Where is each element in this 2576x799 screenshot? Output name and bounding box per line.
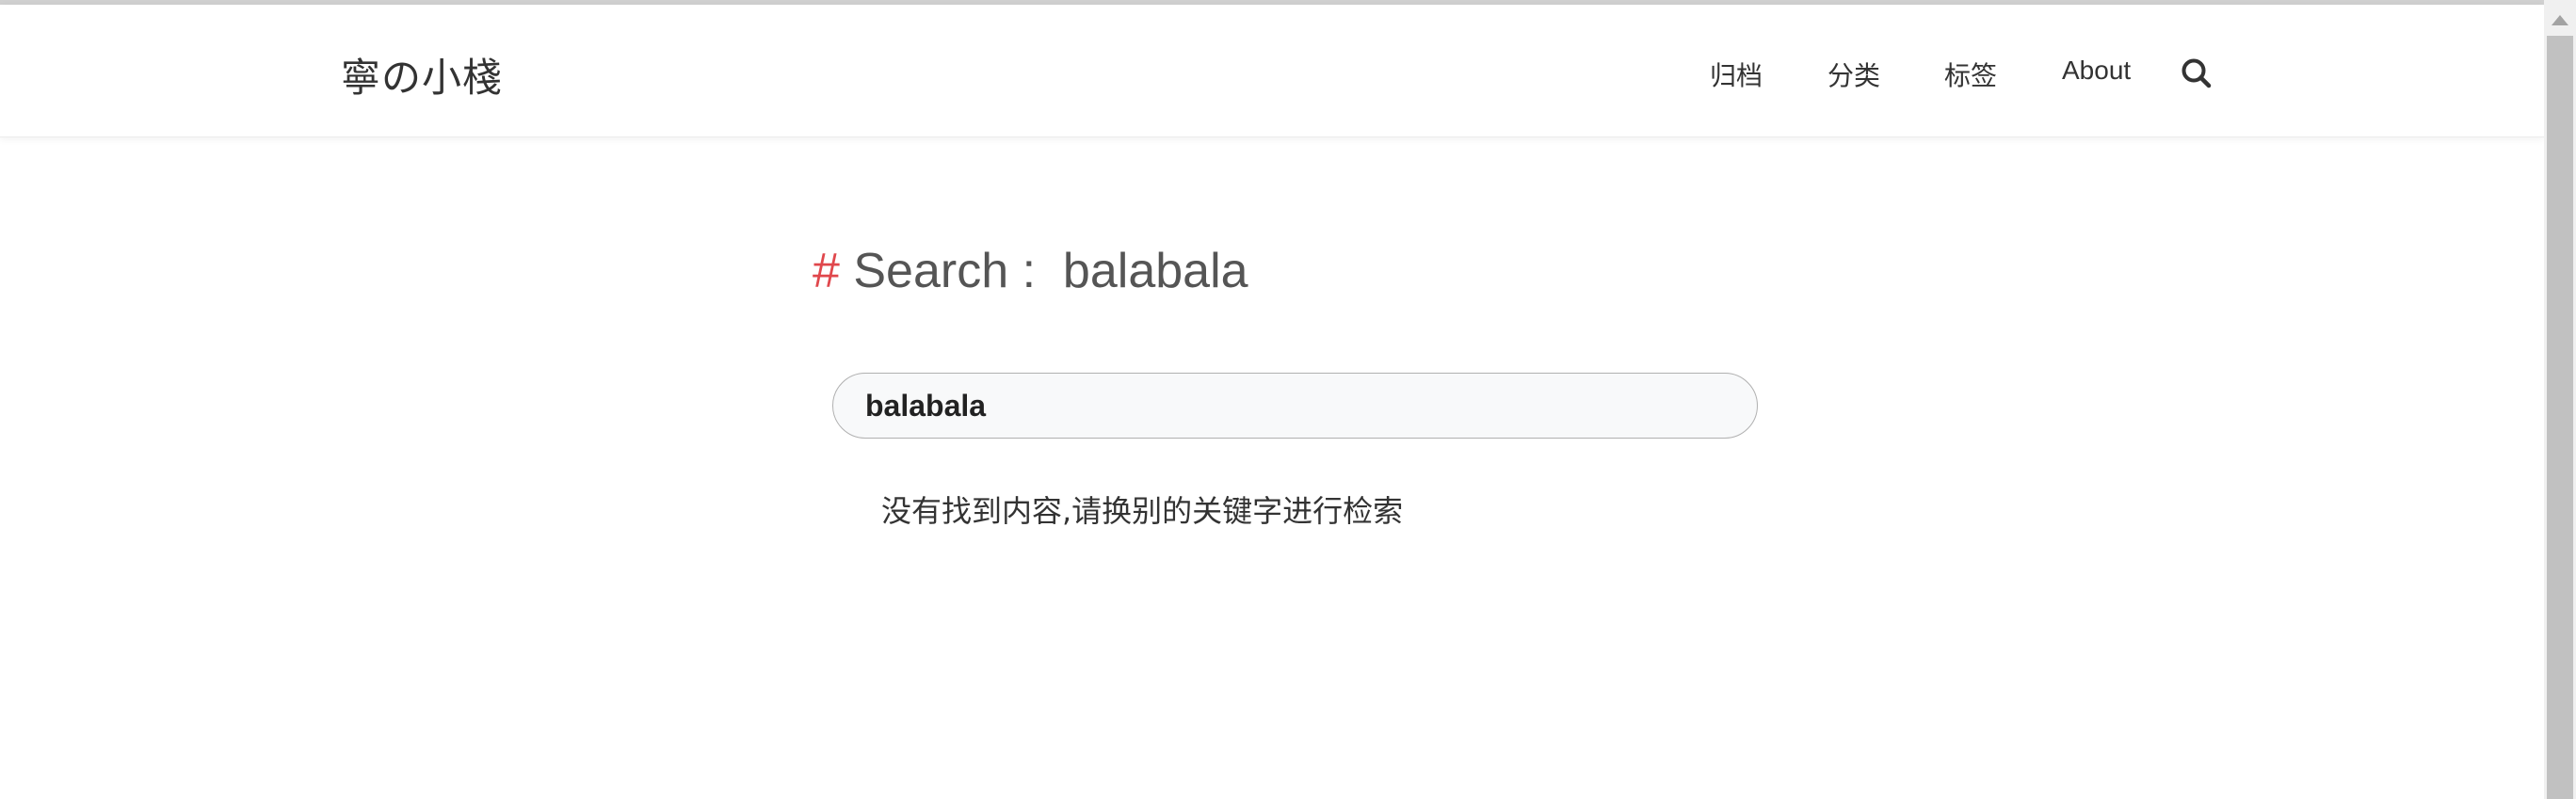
heading-hash: # — [813, 244, 840, 298]
scrollbar-thumb[interactable] — [2547, 36, 2573, 799]
nav-item-about[interactable]: About — [2062, 56, 2131, 86]
search-icon[interactable] — [2181, 57, 2213, 89]
search-input[interactable] — [832, 373, 1758, 439]
nav-item-tags[interactable]: 标签 — [1944, 56, 1997, 93]
heading-text: Search : balabala — [853, 244, 1248, 298]
page-title: # Search : balabala — [813, 243, 1248, 299]
site-title[interactable]: 寧の小棧 — [341, 46, 503, 104]
nav-item-categories[interactable]: 分类 — [1827, 56, 1880, 93]
scroll-up-arrow-icon[interactable] — [2552, 15, 2568, 25]
no-result-message: 没有找到内容,请换别的关键字进行检索 — [881, 493, 1404, 529]
nav-item-archive[interactable]: 归档 — [1710, 56, 1763, 93]
site-header: 寧の小棧 归档 分类 标签 About — [0, 5, 2544, 137]
